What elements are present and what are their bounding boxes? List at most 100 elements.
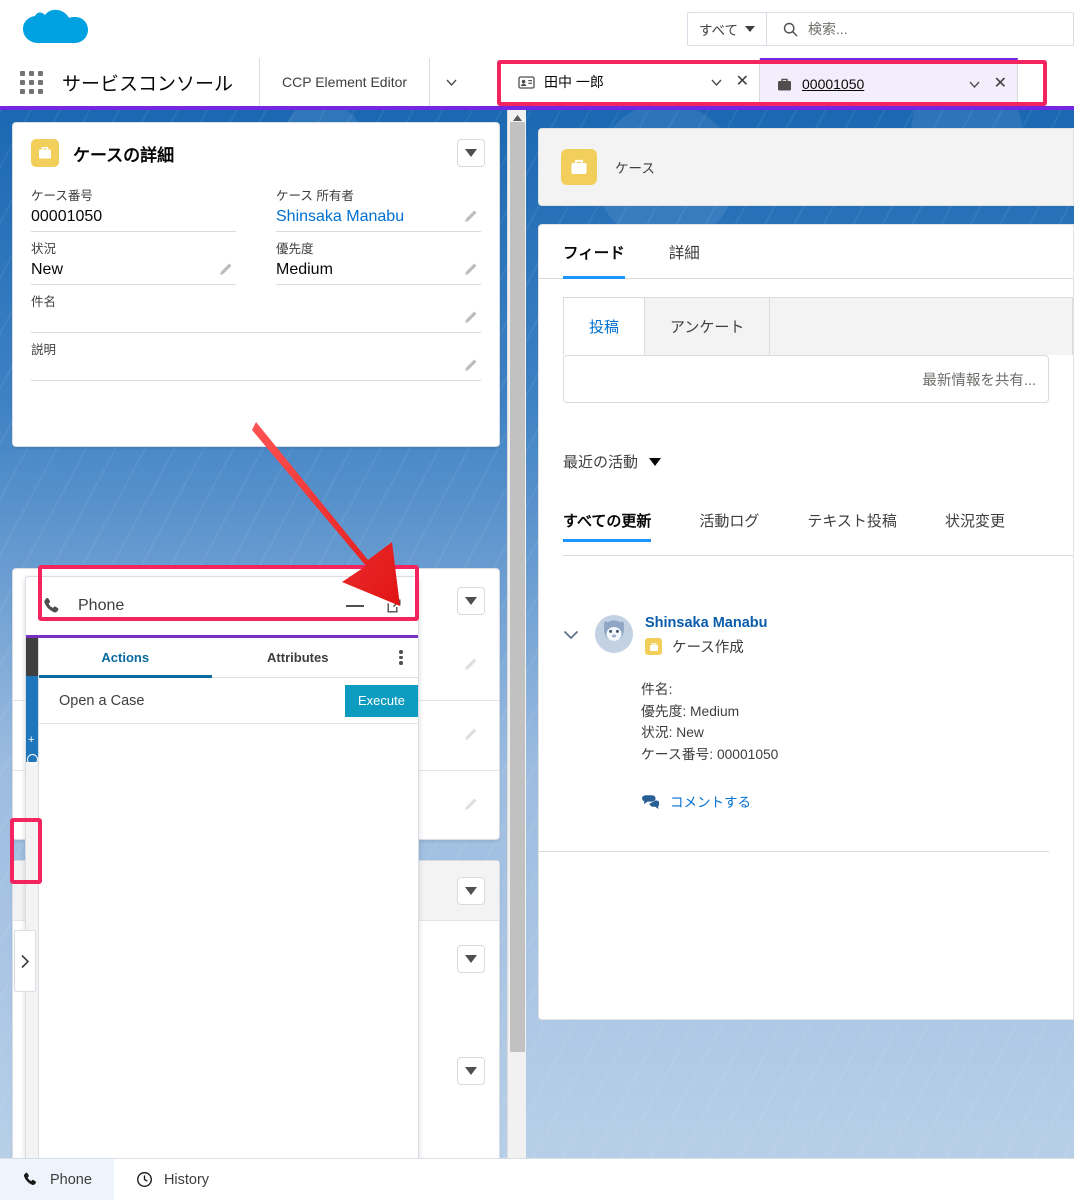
case-detail-card: ケースの詳細 ケース番号 00001050 ケース 所有者 Shinsaka M… — [12, 122, 500, 447]
utility-item-label: Phone — [50, 1171, 92, 1188]
related-card-collapse-button[interactable] — [457, 587, 485, 615]
record-pane: ケース フィード 詳細 投稿 アンケート 最新情報を共有... 最近の活動 すべ… — [538, 110, 1074, 1170]
scrollbar-thumb[interactable] — [510, 122, 525, 1052]
feed-post-field: 状況: New — [641, 725, 704, 740]
avatar[interactable] — [595, 615, 633, 653]
feed-post: Shinsaka Manabu ケース作成 件名: 優先度: Medium 状況… — [539, 615, 1073, 852]
search-input[interactable]: 検索... — [767, 13, 1073, 45]
chevron-right-icon — [21, 954, 30, 968]
workspace-tab-case[interactable]: 00001050 ✕ — [760, 58, 1018, 106]
case-detail-collapse-button[interactable] — [457, 139, 485, 167]
divider — [539, 851, 1049, 852]
kebab-menu-icon[interactable] — [384, 638, 418, 677]
utility-item-history[interactable]: History — [114, 1159, 231, 1200]
workspace-tab-label: 00001050 — [802, 76, 865, 92]
field-value[interactable]: Shinsaka Manabu — [276, 208, 481, 226]
section-collapse-button[interactable] — [457, 945, 485, 973]
clock-icon — [136, 1172, 152, 1187]
comment-icon — [642, 794, 659, 809]
nav-overflow-button[interactable] — [429, 58, 473, 106]
feed-post-field: ケース番号: 00001050 — [641, 746, 779, 762]
comment-action[interactable]: コメントする — [641, 791, 1073, 811]
utility-bar: Phone History — [0, 1158, 1074, 1200]
field-value: 00001050 — [31, 208, 103, 225]
filter-tab-text-posts[interactable]: テキスト投稿 — [783, 498, 921, 542]
edit-pencil-icon[interactable] — [464, 358, 479, 373]
chevron-down-icon[interactable] — [969, 81, 980, 88]
salesforce-cloud-logo[interactable] — [18, 6, 88, 52]
feed-post-header: Shinsaka Manabu ケース作成 — [563, 615, 1073, 657]
divider — [563, 555, 1073, 556]
tab-details[interactable]: 詳細 — [647, 225, 722, 278]
edit-pencil-icon[interactable] — [464, 310, 479, 325]
ccp-tab-attributes[interactable]: Attributes — [212, 638, 385, 677]
filter-tab-activity-log[interactable]: 活動ログ — [675, 498, 783, 542]
publisher-tab-poll[interactable]: アンケート — [644, 297, 771, 355]
publisher-input[interactable]: 最新情報を共有... — [563, 355, 1049, 403]
field-status[interactable]: 状況 New — [31, 232, 236, 285]
global-header: すべて 検索... — [0, 0, 1074, 58]
ccp-left-rail: + — [26, 638, 38, 1170]
field-label: 説明 — [31, 343, 57, 357]
chevron-down-icon[interactable] — [711, 79, 722, 86]
feed-post-author[interactable]: Shinsaka Manabu — [645, 615, 767, 631]
post-collapse-button[interactable] — [563, 615, 583, 645]
field-case-owner[interactable]: ケース 所有者 Shinsaka Manabu — [276, 179, 481, 232]
section-collapse-button[interactable] — [457, 877, 485, 905]
edit-pencil-icon[interactable] — [464, 209, 479, 224]
field-subject[interactable]: 件名 — [31, 285, 481, 333]
field-description[interactable]: 説明 — [31, 333, 481, 381]
filter-tab-all-updates[interactable]: すべての更新 — [563, 498, 675, 542]
app-launcher-waffle-icon[interactable] — [0, 58, 62, 106]
phone-icon — [23, 1172, 36, 1186]
chevron-down-icon — [465, 955, 477, 963]
edit-pencil-icon[interactable] — [464, 727, 479, 742]
page-title: サービスコンソール — [62, 73, 234, 95]
publisher-placeholder: 最新情報を共有... — [922, 372, 1036, 389]
feed-sort-label: 最近の活動 — [563, 454, 639, 471]
left-column-scrollbar[interactable] — [507, 110, 526, 1170]
ccp-iframe-body: + Actions Attributes Open a Case Execute — [26, 635, 418, 1170]
publisher-tab-post[interactable]: 投稿 — [563, 297, 645, 355]
field-priority[interactable]: 優先度 Medium — [276, 232, 481, 285]
rail-agent-strip: + — [26, 676, 38, 765]
section-collapse-button[interactable] — [457, 1057, 485, 1085]
ccp-window-header: Phone — [26, 577, 418, 635]
tab-feed[interactable]: フィード — [563, 225, 647, 279]
popout-icon[interactable] — [386, 598, 402, 614]
feed-sort-selector[interactable]: 最近の活動 — [563, 451, 1073, 472]
edit-pencil-icon[interactable] — [464, 657, 479, 672]
ccp-tab-actions[interactable]: Actions — [39, 638, 212, 678]
close-icon[interactable]: ✕ — [994, 76, 1007, 92]
filter-tab-status-changes[interactable]: 状況変更 — [921, 498, 1029, 542]
ccp-window-title: Phone — [78, 597, 125, 614]
field-value: New — [31, 261, 64, 278]
workspace-tab-contact[interactable]: 田中 一郎 ✕ — [502, 58, 760, 106]
feed-post-field: 優先度: Medium — [641, 703, 740, 719]
execute-button[interactable]: Execute — [345, 684, 418, 717]
case-detail-title: ケースの詳細 — [73, 145, 175, 165]
panel-expand-handle[interactable] — [14, 930, 36, 992]
edit-pencil-icon[interactable] — [464, 262, 479, 277]
nav-item-ccp-element-editor[interactable]: CCP Element Editor — [259, 58, 429, 106]
utility-item-label: History — [163, 1171, 210, 1188]
close-icon[interactable]: ✕ — [736, 74, 749, 90]
global-search[interactable]: すべて 検索... — [687, 12, 1074, 46]
case-detail-fields: ケース番号 00001050 ケース 所有者 Shinsaka Manabu 状… — [13, 175, 499, 381]
ccp-content: Actions Attributes Open a Case Execute — [38, 638, 418, 1170]
ccp-phone-window: Phone + Actions Attributes Open a Case E… — [25, 576, 419, 1170]
minimize-icon[interactable] — [346, 605, 364, 607]
publisher-tab-bar: 投稿 アンケート — [563, 297, 1073, 355]
comment-label[interactable]: コメントする — [670, 791, 751, 811]
console-stage: ケースの詳細 ケース番号 00001050 ケース 所有者 Shinsaka M… — [0, 110, 1074, 1170]
feed-post-fields: 件名: 優先度: Medium 状況: New ケース番号: 00001050 — [641, 679, 1073, 765]
ccp-action-name: Open a Case — [59, 692, 145, 709]
edit-pencil-icon[interactable] — [219, 262, 234, 277]
utility-item-phone[interactable]: Phone — [0, 1159, 114, 1200]
record-tab-bar: フィード 詳細 — [539, 225, 1073, 279]
field-label: ケース番号 — [31, 189, 93, 203]
case-briefcase-icon — [561, 149, 597, 185]
search-scope-selector[interactable]: すべて — [688, 13, 767, 45]
edit-pencil-icon[interactable] — [464, 797, 479, 812]
field-value: Medium — [276, 261, 333, 278]
